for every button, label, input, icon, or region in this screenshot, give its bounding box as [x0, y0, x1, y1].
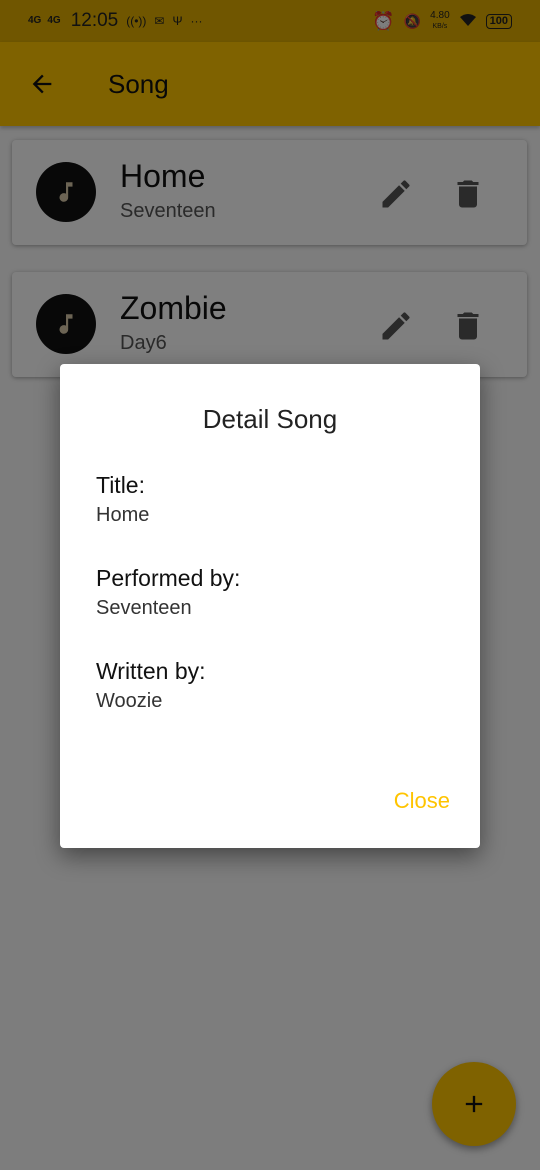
title-value: Home	[96, 504, 150, 526]
written-by-label: Written by:	[96, 658, 206, 684]
detail-dialog: Detail Song Title: Home Performed by: Se…	[60, 364, 480, 848]
written-by-value: Woozie	[96, 690, 163, 712]
performed-by-label: Performed by:	[96, 565, 241, 591]
performed-by-value: Seventeen	[96, 597, 192, 619]
dialog-title: Detail Song	[202, 404, 338, 434]
title-label: Title:	[96, 472, 145, 498]
close-button[interactable]: Close	[394, 788, 450, 814]
